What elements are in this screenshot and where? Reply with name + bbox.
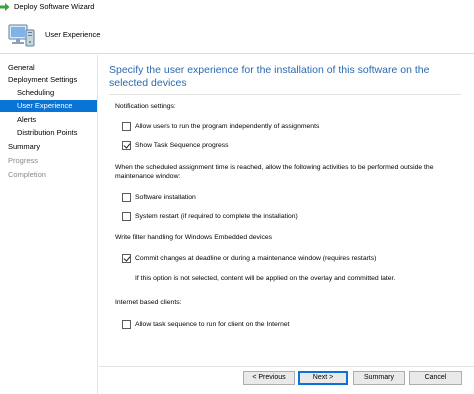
write-filter-heading: Write filter handling for Windows Embedd… xyxy=(115,234,273,241)
system-restart-label: System restart (if required to complete … xyxy=(135,213,298,220)
wizard-navigation: General Deployment Settings Scheduling U… xyxy=(0,55,98,394)
title-bar: Deploy Software Wizard xyxy=(0,0,474,16)
computer-icon xyxy=(8,24,35,47)
window-title: Deploy Software Wizard xyxy=(14,2,95,11)
nav-item-user-experience[interactable]: User Experience xyxy=(0,100,97,112)
notification-heading: Notification settings: xyxy=(115,103,176,110)
nav-item-general[interactable]: General xyxy=(0,62,97,74)
commit-changes-label: Commit changes at deadline or during a m… xyxy=(135,255,377,262)
system-restart-checkbox[interactable] xyxy=(122,212,131,221)
allow-internet-clients-label: Allow task sequence to run for client on… xyxy=(135,321,290,328)
nav-item-summary[interactable]: Summary xyxy=(0,141,97,153)
software-installation-checkbox[interactable] xyxy=(122,193,131,202)
allow-run-independently-label: Allow users to run the program independe… xyxy=(135,123,320,130)
nav-item-alerts[interactable]: Alerts xyxy=(0,114,97,126)
previous-button[interactable]: < Previous xyxy=(243,371,295,385)
commit-changes-checkbox[interactable] xyxy=(122,254,131,263)
internet-clients-heading: Internet based clients: xyxy=(115,299,182,306)
nav-item-deployment-settings[interactable]: Deployment Settings xyxy=(0,74,97,86)
summary-button[interactable]: Summary xyxy=(353,371,405,385)
maintenance-heading: When the scheduled assignment time is re… xyxy=(115,164,434,180)
wizard-arrow-icon xyxy=(0,3,10,11)
show-task-sequence-progress-label: Show Task Sequence progress xyxy=(135,142,229,149)
wizard-header: User Experience xyxy=(0,16,474,54)
title-divider xyxy=(109,94,461,95)
header-step-label: User Experience xyxy=(45,30,101,39)
nav-item-completion: Completion xyxy=(8,170,46,179)
allow-run-independently-checkbox[interactable] xyxy=(122,122,131,131)
allow-internet-clients-checkbox[interactable] xyxy=(122,320,131,329)
nav-item-scheduling[interactable]: Scheduling xyxy=(0,87,97,99)
next-button[interactable]: Next > xyxy=(298,371,348,385)
wizard-page: Specify the user experience for the inst… xyxy=(99,55,474,366)
nav-item-progress: Progress xyxy=(8,156,39,165)
page-title: Specify the user experience for the inst… xyxy=(109,64,430,89)
write-filter-note: If this option is not selected, content … xyxy=(135,275,396,282)
footer-divider xyxy=(99,366,474,367)
nav-item-distribution-points[interactable]: Distribution Points xyxy=(0,127,97,139)
cancel-button[interactable]: Cancel xyxy=(409,371,462,385)
show-task-sequence-progress-checkbox[interactable] xyxy=(122,141,131,150)
software-installation-label: Software installation xyxy=(135,194,196,201)
